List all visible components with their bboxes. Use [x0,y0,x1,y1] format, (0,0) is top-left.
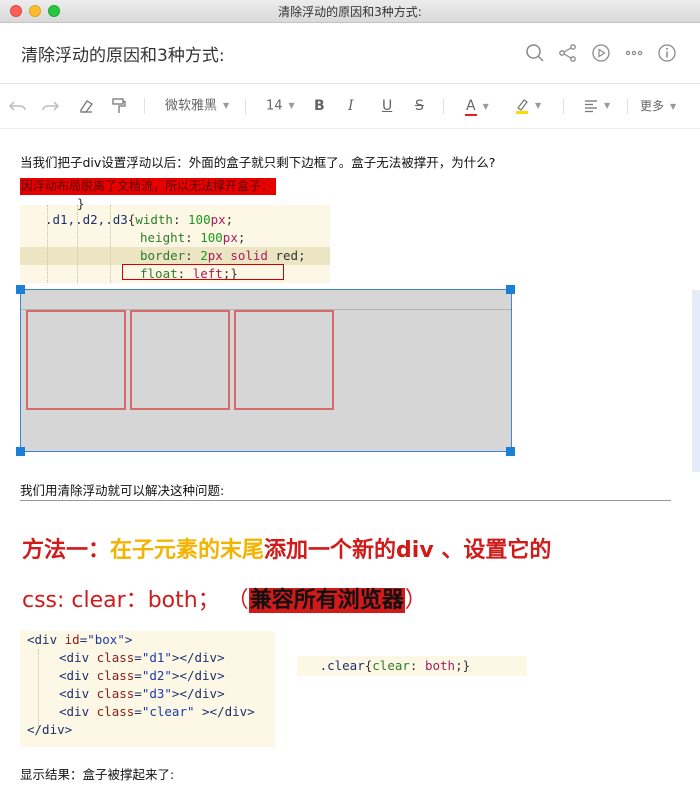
clear-css-code-block[interactable]: .clear{clear: both;} [297,656,527,676]
document-title[interactable]: 清除浮动的原因和3种方式: [21,41,225,66]
toolbar-divider [627,98,628,114]
code-line: <div class="clear" ></div> [59,704,255,719]
toolbar-divider [245,98,246,114]
html-code-block[interactable]: <div id="box"> <div class="d1"></div> <d… [20,631,275,747]
format-toolbar: 微软雅黑 ▼ 14 ▼ B I U S A ▼ ▼ ▼ 更多 ▼ [0,84,700,129]
css-code-block[interactable]: } .d1,.d2,.d3{width: 100px; height: 100p… [20,196,330,283]
align-select[interactable]: ▼ [584,97,610,115]
toolbar-divider [563,98,564,114]
format-painter-icon[interactable] [111,97,127,115]
italic-button[interactable]: I [348,97,354,115]
redo-icon[interactable] [41,98,59,114]
annotation-red-box [122,264,284,280]
share-icon[interactable] [558,43,578,63]
float-box-d1 [26,310,126,410]
eraser-icon[interactable] [78,98,94,114]
horizontal-divider [20,500,671,501]
resize-handle-top-left[interactable] [16,285,25,294]
result-screenshot-image[interactable] [20,289,512,452]
method-one-subheading[interactable]: css: clear：both； （兼容所有浏览器） [22,585,427,617]
info-icon[interactable] [657,43,677,63]
chevron-down-icon: ▼ [288,101,295,110]
paragraph-solution[interactable]: 我们用清除浮动就可以解决这种问题: [20,480,224,499]
chevron-down-icon: ▼ [482,101,489,111]
chevron-down-icon: ▼ [223,101,230,110]
underline-button[interactable]: U [382,97,392,115]
strikethrough-button[interactable]: S [415,97,424,115]
note-editor[interactable]: 当我们把子div设置浮动以后：外面的盒子就只剩下边框了。盒子无法被撑开，为什么?… [0,129,700,790]
code-line: height: 100px; [140,230,246,245]
highlight-color-select[interactable]: ▼ [515,97,541,115]
code-line: <div id="box"> [27,632,133,647]
window-title: 清除浮动的原因和3种方式: [278,5,422,19]
resize-handle-top-right[interactable] [506,285,515,294]
method-one-heading[interactable]: 方法一：在子元素的末尾添加一个新的div 、设置它的 [22,536,682,566]
undo-icon[interactable] [9,98,27,114]
code-line: <div class="d2"></div> [59,668,225,683]
code-line: </div> [27,722,73,737]
align-left-icon [585,100,597,113]
code-line: <div class="d1"></div> [59,650,225,665]
paragraph-intro[interactable]: 当我们把子div设置浮动以后：外面的盒子就只剩下边框了。盒子无法被撑开，为什么? [20,152,495,171]
chevron-down-icon: ▼ [670,101,677,111]
highlighter-icon [516,99,528,114]
paragraph-result[interactable]: 显示结果：盒子被撑起来了: [20,764,174,783]
toolbar-divider [443,98,444,114]
chevron-down-icon: ▼ [535,101,542,110]
resize-handle-bottom-right[interactable] [506,447,515,456]
font-color-label: A [465,98,477,116]
font-size-select[interactable]: 14 ▼ [266,97,295,115]
chevron-down-icon: ▼ [604,101,611,110]
float-box-d2 [130,310,230,410]
search-icon[interactable] [525,43,545,63]
font-color-select[interactable]: A ▼ [465,97,489,116]
code-line: border: 2px solid red; [140,248,306,263]
more-dots-icon[interactable] [624,43,644,63]
more-button[interactable]: 更多 ▼ [640,97,676,115]
indent-guide [38,649,39,727]
window-titlebar: 清除浮动的原因和3种方式: [0,0,700,23]
font-family-select[interactable]: 微软雅黑 ▼ [165,97,229,115]
play-icon[interactable] [591,43,611,63]
float-box-d3 [234,310,334,410]
resize-handle-bottom-left[interactable] [16,447,25,456]
toolbar-divider [144,98,145,114]
note-header: 清除浮动的原因和3种方式: [0,23,700,84]
highlighted-reason[interactable]: 因浮动布局脱离了文档流，所以无法撑开盒子： [20,178,277,195]
scrollbar-track[interactable] [692,290,700,472]
code-line: .d1,.d2,.d3{width: 100px; [45,212,234,227]
code-line: <div class="d3"></div> [59,686,225,701]
bold-button[interactable]: B [314,97,325,115]
